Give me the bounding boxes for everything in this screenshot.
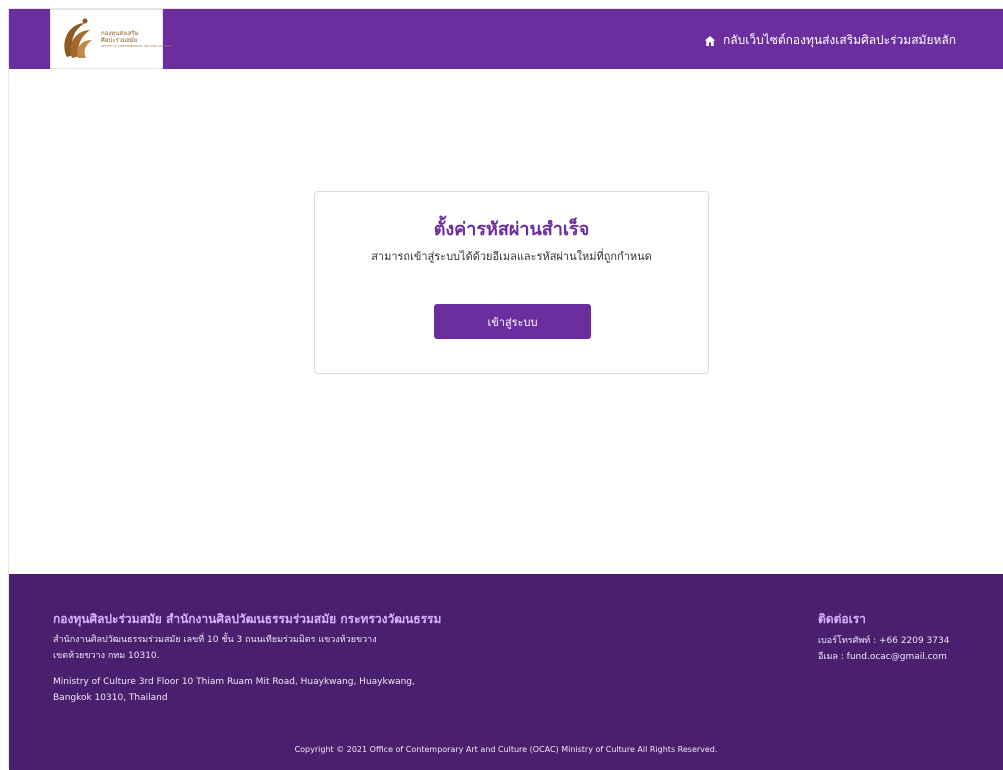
footer-address-thai-line2: เขตห้วยขวาง กทม 10310.: [53, 651, 160, 661]
back-to-main-site-link[interactable]: กลับเว็บไซต์กองทุนส่งเสริมศิลปะร่วมสมัยห…: [704, 31, 956, 50]
success-subtitle: สามารถเข้าสู่ระบบได้ด้วยอีเมลและรหัสผ่าน…: [371, 250, 652, 263]
site-logo[interactable]: กองทุนส่งเสริม ศิลปะร่วมสมัย OFFICE OF C…: [50, 9, 172, 69]
contact-title: ติดต่อเรา: [818, 612, 866, 626]
footer-address-thai: สำนักงานศิลปวัฒนธรรมร่วมสมัย เลขที่ 10 ช…: [53, 632, 493, 664]
login-button[interactable]: เข้าสู่ระบบ: [434, 304, 591, 339]
contact-email[interactable]: อีเมล : fund.ocac@gmail.com: [818, 650, 947, 664]
top-header: กองทุนส่งเสริม ศิลปะร่วมสมัย OFFICE OF C…: [9, 9, 1003, 69]
footer-organization-title: กองทุนศิลปะร่วมสมัย สำนักงานศิลปวัฒนธรรม…: [53, 612, 442, 626]
footer-address-english-line1: Ministry of Culture 3rd Floor 10 Thiam R…: [53, 677, 415, 687]
footer-address-english-line2: Bangkok 10310, Thailand: [53, 693, 168, 703]
logo-text-line3: OFFICE OF CONTEMPORARY ART AND CULTURE: [101, 44, 172, 48]
footer-address-english: Ministry of Culture 3rd Floor 10 Thiam R…: [53, 674, 493, 706]
contact-phone: เบอร์โทรศัพท์ : +66 2209 3734: [818, 636, 950, 646]
home-icon: [704, 35, 716, 46]
site-footer: กองทุนศิลปะร่วมสมัย สำนักงานศิลปวัฒนธรรม…: [9, 574, 1003, 770]
back-to-main-site-label: กลับเว็บไซต์กองทุนส่งเสริมศิลปะร่วมสมัยห…: [723, 33, 956, 47]
ocac-logo-icon: [64, 18, 92, 58]
success-title: ตั้งค่ารหัสผ่านสำเร็จ: [433, 219, 590, 240]
copyright-text: Copyright © 2021 Office of Contemporary …: [294, 745, 718, 754]
password-reset-success-card: ตั้งค่ารหัสผ่านสำเร็จ สามารถเข้าสู่ระบบไ…: [314, 191, 709, 374]
browser-viewport: กองทุนส่งเสริม ศิลปะร่วมสมัย OFFICE OF C…: [8, 8, 1003, 770]
footer-address-thai-line1: สำนักงานศิลปวัฒนธรรมร่วมสมัย เลขที่ 10 ช…: [53, 635, 377, 645]
logo-wordmark: กองทุนส่งเสริม ศิลปะร่วมสมัย OFFICE OF C…: [101, 30, 172, 48]
logo-text-line2: ศิลปะร่วมสมัย: [101, 37, 138, 44]
logo-text-line1: กองทุนส่งเสริม: [101, 30, 139, 37]
